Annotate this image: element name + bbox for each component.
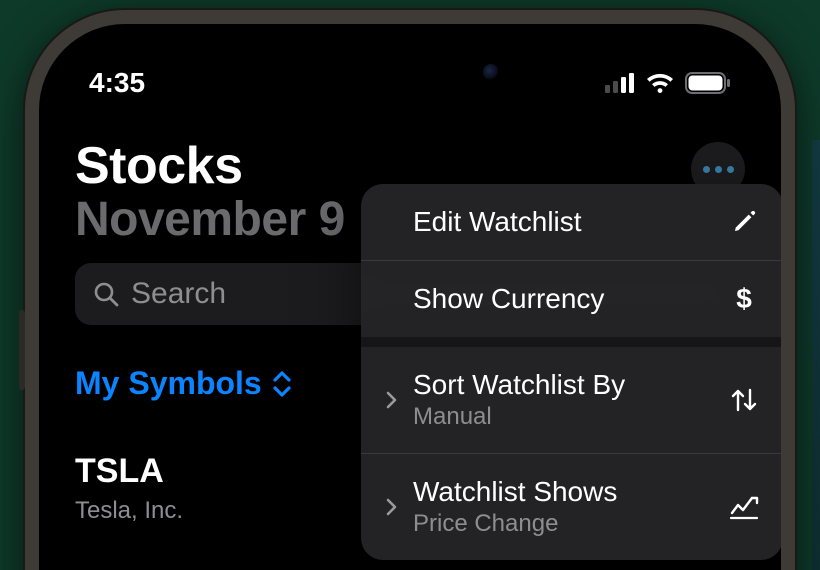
search-icon [93, 281, 119, 307]
wifi-icon [645, 72, 675, 94]
screen: 4:35 [39, 24, 781, 570]
menu-item-label: Watchlist Shows [413, 476, 713, 508]
status-time: 4:35 [89, 67, 145, 99]
menu-edit-watchlist[interactable]: › Edit Watchlist [361, 184, 781, 261]
line-chart-icon [727, 494, 761, 520]
pencil-icon [727, 209, 761, 235]
status-right [605, 72, 731, 94]
cellular-icon [605, 73, 635, 93]
menu-item-value: Manual [413, 403, 713, 431]
sort-arrows-icon [727, 386, 761, 414]
menu-item-label: Edit Watchlist [413, 206, 713, 238]
page-title: Stocks [75, 136, 345, 196]
battery-icon [685, 72, 731, 94]
page-date: November 9 [75, 192, 345, 247]
front-camera [483, 64, 499, 80]
search-placeholder: Search [131, 277, 226, 311]
dynamic-island [305, 46, 515, 98]
menu-separator [361, 337, 781, 347]
menu-watchlist-shows[interactable]: Watchlist Shows Price Change [361, 454, 781, 560]
menu-item-label: Show Currency [413, 283, 713, 315]
context-menu: › Edit Watchlist › Show Currency [361, 184, 781, 560]
device-frame: 4:35 [25, 10, 795, 570]
menu-sort-watchlist[interactable]: Sort Watchlist By Manual [361, 347, 781, 454]
background-stripe [812, 140, 820, 570]
chevron-up-down-icon [272, 371, 292, 397]
watchlist-picker-label: My Symbols [75, 365, 262, 402]
menu-item-value: Price Change [413, 510, 713, 538]
content: Stocks November 9 Search My Symbols [39, 114, 781, 545]
chevron-right-icon [383, 390, 399, 410]
menu-show-currency[interactable]: › Show Currency $ [361, 261, 781, 337]
chevron-right-icon [383, 497, 399, 517]
menu-item-label: Sort Watchlist By [413, 369, 713, 401]
dollar-icon: $ [727, 283, 761, 315]
